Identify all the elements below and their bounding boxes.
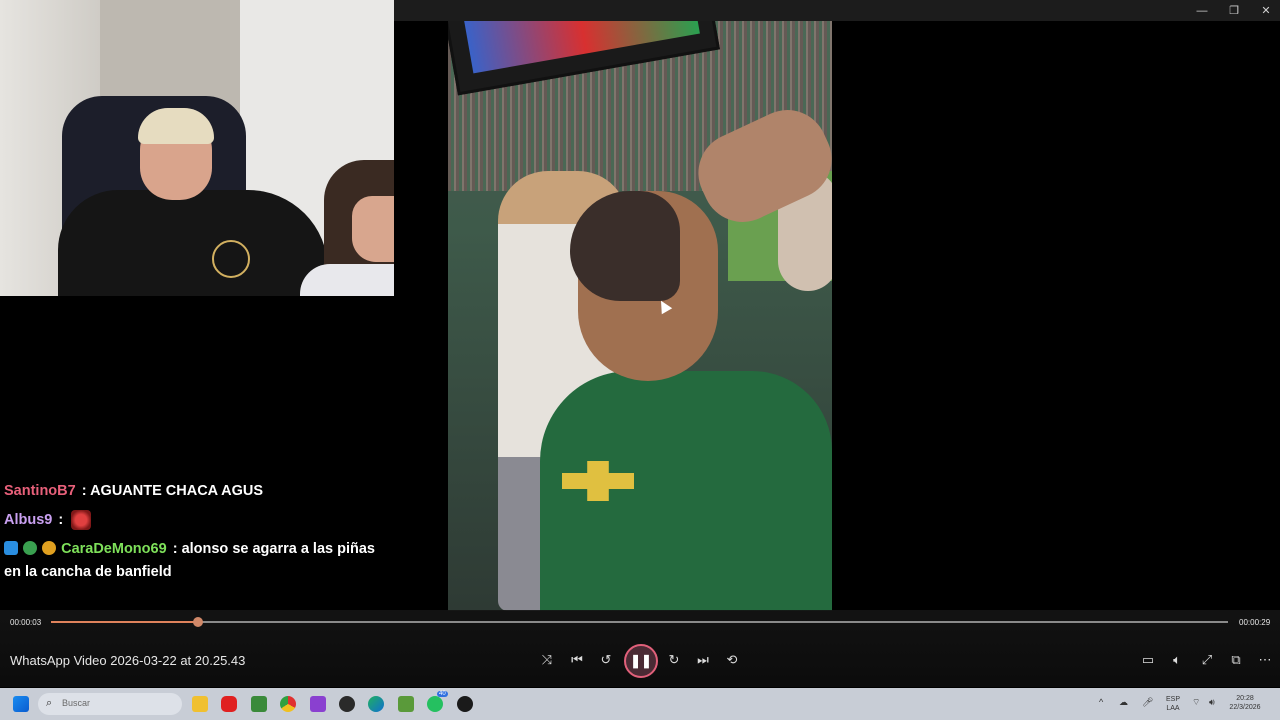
red-devil-emote-icon — [71, 510, 92, 531]
onedrive-icon[interactable]: ☁︎ — [1119, 697, 1128, 708]
spectator-man-jersey — [540, 371, 832, 611]
shuffle-icon[interactable]: ⤨ — [533, 646, 561, 674]
video-title: WhatsApp Video 2026-03-22 at 20.25.43 — [10, 653, 246, 668]
video-frame[interactable] — [448, 21, 832, 611]
chat-username: CaraDeMono69 — [61, 541, 167, 557]
wifi-icon[interactable]: ⌔ — [1192, 697, 1200, 708]
chat-message: Albus9 : — [4, 509, 394, 532]
window-title-bar: — ❐ ✕ — [394, 0, 1280, 21]
chat-message: SantinoB7 : AGUANTE CHACA AGUS — [4, 483, 264, 499]
seek-handle[interactable] — [193, 617, 204, 627]
chat-message: CaraDeMono69 : alonso se agarra a las pi… — [4, 541, 375, 580]
chat-username: SantinoB7 — [4, 483, 76, 499]
current-time: 00:00:03 — [10, 618, 42, 627]
pause-icon: ❚❚ — [630, 653, 652, 668]
microphone-icon[interactable]: 🎤︎ — [1142, 697, 1153, 708]
shirt-logo — [212, 240, 250, 278]
volume-icon[interactable]: 🔈︎ — [1163, 646, 1191, 674]
streamer-shirt — [58, 190, 328, 296]
language-indicator[interactable]: ESP LAA — [1163, 695, 1183, 713]
cast-icon[interactable]: ⧉ — [1222, 646, 1250, 674]
badge-blue-icon — [4, 541, 18, 555]
close-icon[interactable]: ✕ — [1250, 0, 1280, 21]
more-options-icon[interactable]: ⋯ — [1251, 646, 1279, 674]
fullscreen-icon[interactable]: ⤢ — [1193, 646, 1221, 674]
search-icon: ⌕ — [46, 697, 53, 709]
next-icon[interactable]: ⏭ — [689, 646, 717, 674]
search-box[interactable]: ⌕ Buscar — [38, 693, 182, 715]
chat-text: AGUANTE CHACA AGUS — [90, 483, 264, 499]
media-player-icon[interactable] — [457, 696, 473, 712]
windows-start-icon[interactable] — [13, 696, 29, 712]
seek-bar[interactable] — [51, 617, 1228, 627]
forward-30-icon[interactable]: ↻ — [660, 646, 688, 674]
miniplayer-icon[interactable]: ▭ — [1134, 646, 1162, 674]
seek-progress — [51, 621, 199, 623]
webcam-feed — [0, 0, 394, 296]
speaker-icon[interactable]: 🔊︎ — [1209, 697, 1215, 708]
repeat-off-icon[interactable]: ⟲ — [718, 646, 746, 674]
obs-icon[interactable] — [339, 696, 355, 712]
previous-icon[interactable]: ⏮ — [563, 646, 591, 674]
maximize-icon[interactable]: ❐ — [1218, 0, 1250, 21]
notification-badge: 40 — [437, 691, 448, 697]
pause-button[interactable]: ❚❚ — [624, 644, 658, 678]
badge-gold-icon — [42, 541, 57, 555]
second-person-face — [352, 196, 394, 262]
clock[interactable]: 20:28 22/3/2026 — [1224, 694, 1266, 712]
minecraft-icon[interactable] — [251, 696, 267, 712]
minimize-icon[interactable]: — — [1186, 0, 1218, 21]
edge-icon[interactable] — [368, 696, 384, 712]
youtube-icon[interactable] — [221, 696, 237, 712]
taskbar: ⌕ Buscar 40 ^ ☁︎ 🎤︎ ESP LAA ⌔ 🔊︎ 20:28 2… — [0, 688, 1280, 720]
xbox-icon[interactable] — [310, 696, 326, 712]
badge-green-icon — [23, 541, 38, 555]
chat-text: alonso se agarra a las piñas en la canch… — [4, 541, 375, 580]
chrome-icon[interactable] — [280, 696, 296, 712]
rewind-10-icon[interactable]: ↺ — [592, 646, 620, 674]
file-explorer-icon[interactable] — [192, 696, 208, 712]
chevron-up-icon[interactable]: ^ — [1099, 697, 1103, 707]
total-time: 00:00:29 — [1239, 618, 1271, 627]
chat-overlay: SantinoB7 : AGUANTE CHACA AGUS Albus9 : … — [4, 480, 394, 590]
player-controls: 00:00:03 00:00:29 WhatsApp Video 2026-03… — [0, 610, 1280, 687]
whatsapp-icon[interactable] — [427, 696, 443, 712]
search-placeholder: Buscar — [62, 698, 91, 708]
chat-username: Albus9 — [4, 512, 53, 528]
minecraft-launcher-icon[interactable] — [398, 696, 414, 712]
